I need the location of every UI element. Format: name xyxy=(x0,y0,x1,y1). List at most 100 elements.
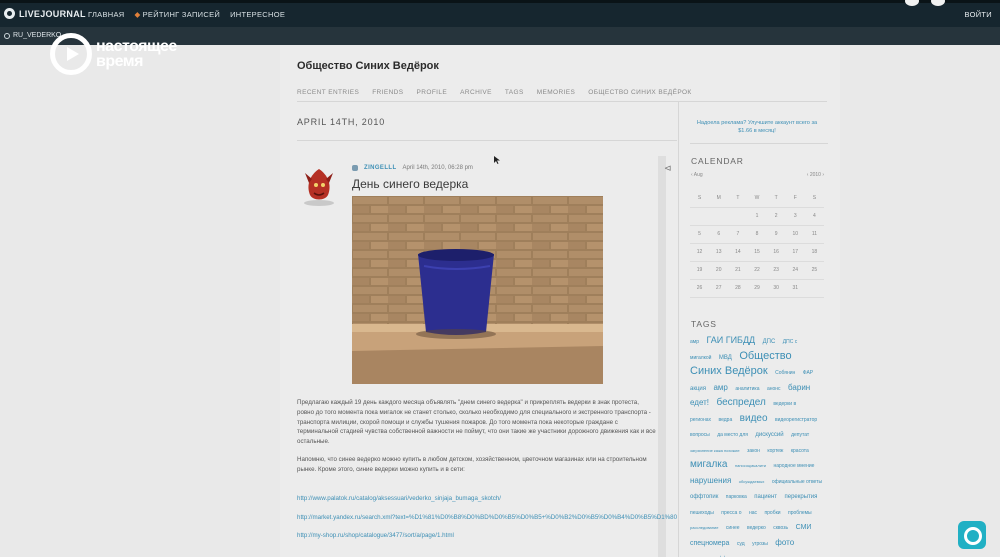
tag-link[interactable]: загрязнение кажа похожие xyxy=(690,448,740,453)
calendar-day[interactable]: 29 xyxy=(747,279,767,298)
tag-link[interactable]: красота xyxy=(791,448,809,454)
nav-rating[interactable]: ◆ РЕЙТИНГ ЗАПИСЕЙ xyxy=(135,10,221,19)
calendar-day[interactable]: 6 xyxy=(709,225,729,244)
tag-link[interactable]: едет! xyxy=(690,398,709,407)
tag-link[interactable]: официальные ответы xyxy=(772,479,822,485)
calendar-day[interactable]: 11 xyxy=(804,225,824,244)
calendar-day[interactable]: 16 xyxy=(766,243,786,262)
tag-link[interactable]: барин xyxy=(788,383,810,392)
calendar-day[interactable]: 10 xyxy=(785,225,805,244)
tag-link[interactable]: Собянин xyxy=(775,370,795,376)
nav-interesting[interactable]: ИНТЕРЕСНОЕ xyxy=(230,10,285,19)
tag-link[interactable]: ведерко xyxy=(747,525,766,531)
tag-link[interactable]: ДПС с xyxy=(783,339,797,345)
calendar-day[interactable]: 3 xyxy=(785,207,805,226)
calendar-day[interactable]: 5 xyxy=(690,225,710,244)
tag-link[interactable]: перекрытия xyxy=(785,494,818,500)
calendar-day[interactable]: 12 xyxy=(690,243,710,262)
tag-link[interactable]: да место для xyxy=(717,432,748,438)
post-timestamp[interactable]: April 14th, 2010, 06:28 pm xyxy=(403,165,473,171)
calendar-day[interactable]: 2 xyxy=(766,207,786,226)
tag-link[interactable]: пресса о xyxy=(721,510,741,516)
tag-link[interactable]: синее xyxy=(726,525,740,531)
tag-link[interactable]: видеорегистратор xyxy=(775,417,817,423)
calendar-day[interactable]: 4 xyxy=(804,207,824,226)
tag-link[interactable]: фото xyxy=(775,538,794,547)
nav-archive[interactable]: ARCHIVE xyxy=(460,89,492,96)
nav-profile[interactable]: PROFILE xyxy=(417,89,448,96)
tag-link[interactable]: беспредел xyxy=(716,397,765,408)
tag-link[interactable]: кортеж xyxy=(767,448,783,454)
calendar-day[interactable]: 7 xyxy=(728,225,748,244)
calendar-day[interactable]: 27 xyxy=(709,279,729,298)
nav-recent-entries[interactable]: RECENT ENTRIES xyxy=(297,89,359,96)
calendar-prev-month[interactable]: ‹ Aug xyxy=(691,172,703,178)
tag-link[interactable]: ведерки в xyxy=(773,401,796,407)
video-control-icon[interactable] xyxy=(905,0,919,6)
tag-link[interactable]: амр xyxy=(713,383,727,392)
nav-friends[interactable]: FRIENDS xyxy=(372,89,403,96)
shop-link[interactable]: http://www.palatok.ru/catalog/aksessuari… xyxy=(297,494,677,504)
tag-link[interactable]: ДПС xyxy=(763,339,776,345)
tag-link[interactable]: нарушения xyxy=(690,476,731,485)
calendar-day[interactable]: 17 xyxy=(785,243,805,262)
livejournal-logo[interactable]: LIVEJOURNAL xyxy=(4,8,86,19)
tag-link[interactable]: Общество xyxy=(739,350,791,362)
tag-link[interactable]: наносоцмьалити xyxy=(735,463,766,468)
tag-link[interactable]: оффтопик xyxy=(690,494,718,500)
calendar-year-nav[interactable]: ‹ 2010 › xyxy=(807,172,824,178)
calendar-day[interactable]: 15 xyxy=(747,243,767,262)
tag-link[interactable]: дискуссий xyxy=(755,432,783,438)
nav-community[interactable]: ОБЩЕСТВО СИНИХ ВЕДЁРОК xyxy=(588,89,691,96)
calendar-day[interactable]: 25 xyxy=(804,261,824,280)
tag-link[interactable]: видео xyxy=(740,413,768,424)
tag-link[interactable]: спецномера xyxy=(690,540,729,547)
calendar-day[interactable]: 20 xyxy=(709,261,729,280)
tag-link[interactable]: суд xyxy=(737,541,745,547)
tag-link[interactable]: СМИ xyxy=(796,524,812,531)
calendar-day[interactable]: 28 xyxy=(728,279,748,298)
tag-link[interactable]: угрозы xyxy=(752,541,768,547)
calendar-day[interactable]: 30 xyxy=(766,279,786,298)
tag-link[interactable]: народное мнение xyxy=(773,463,814,469)
calendar-day[interactable]: 31 xyxy=(785,279,805,298)
tag-link[interactable]: Синих Ведёрок xyxy=(690,365,768,377)
calendar-day[interactable]: 24 xyxy=(785,261,805,280)
tag-link[interactable]: проблемы xyxy=(788,510,812,516)
tag-link[interactable]: ведра xyxy=(718,417,732,423)
login-button[interactable]: ВОЙТИ xyxy=(965,10,992,19)
video-control-icon[interactable] xyxy=(931,0,945,6)
tag-link[interactable]: аналитика xyxy=(735,386,759,392)
author-link[interactable]: ZINGELLL xyxy=(364,165,397,171)
tag-link[interactable]: анонс xyxy=(767,386,781,392)
tag-link[interactable]: обсуждаемых xyxy=(739,479,765,484)
calendar-day[interactable]: 26 xyxy=(690,279,710,298)
tag-link[interactable]: МВД xyxy=(719,355,732,361)
tag-link[interactable]: расследование xyxy=(690,525,718,530)
tag-link[interactable]: нас xyxy=(749,510,757,516)
shop-link[interactable]: http://my-shop.ru/shop/catalogue/3477/so… xyxy=(297,531,677,541)
calendar-day[interactable]: 19 xyxy=(690,261,710,280)
calendar-day[interactable]: 8 xyxy=(747,225,767,244)
post-title[interactable]: День синего ведерка xyxy=(352,177,468,191)
tag-link[interactable]: пациент xyxy=(754,494,777,500)
calendar-day[interactable]: 21 xyxy=(728,261,748,280)
calendar-day[interactable]: 9 xyxy=(766,225,786,244)
tag-link[interactable]: регионах xyxy=(690,417,711,423)
calendar-day[interactable]: 23 xyxy=(766,261,786,280)
tag-link[interactable]: акция xyxy=(690,386,706,392)
calendar-day[interactable]: 18 xyxy=(804,243,824,262)
tag-link[interactable]: ГАИ ГИБДД xyxy=(706,335,755,345)
nav-main[interactable]: ГЛАВНАЯ xyxy=(88,10,125,19)
author-avatar[interactable] xyxy=(300,165,338,207)
calendar-day[interactable]: 14 xyxy=(728,243,748,262)
tag-link[interactable]: пробки xyxy=(764,510,780,516)
calendar-day[interactable]: 22 xyxy=(747,261,767,280)
tag-link[interactable]: амр xyxy=(690,339,699,345)
journal-title[interactable]: Общество Синих Ведёрок xyxy=(297,60,439,72)
calendar-day[interactable]: 13 xyxy=(709,243,729,262)
tag-link[interactable]: мигалка xyxy=(690,459,727,470)
tag-link[interactable]: мигалкой xyxy=(690,355,711,361)
tag-link[interactable]: сквозь xyxy=(773,525,788,531)
nav-memories[interactable]: MEMORIES xyxy=(537,89,576,96)
